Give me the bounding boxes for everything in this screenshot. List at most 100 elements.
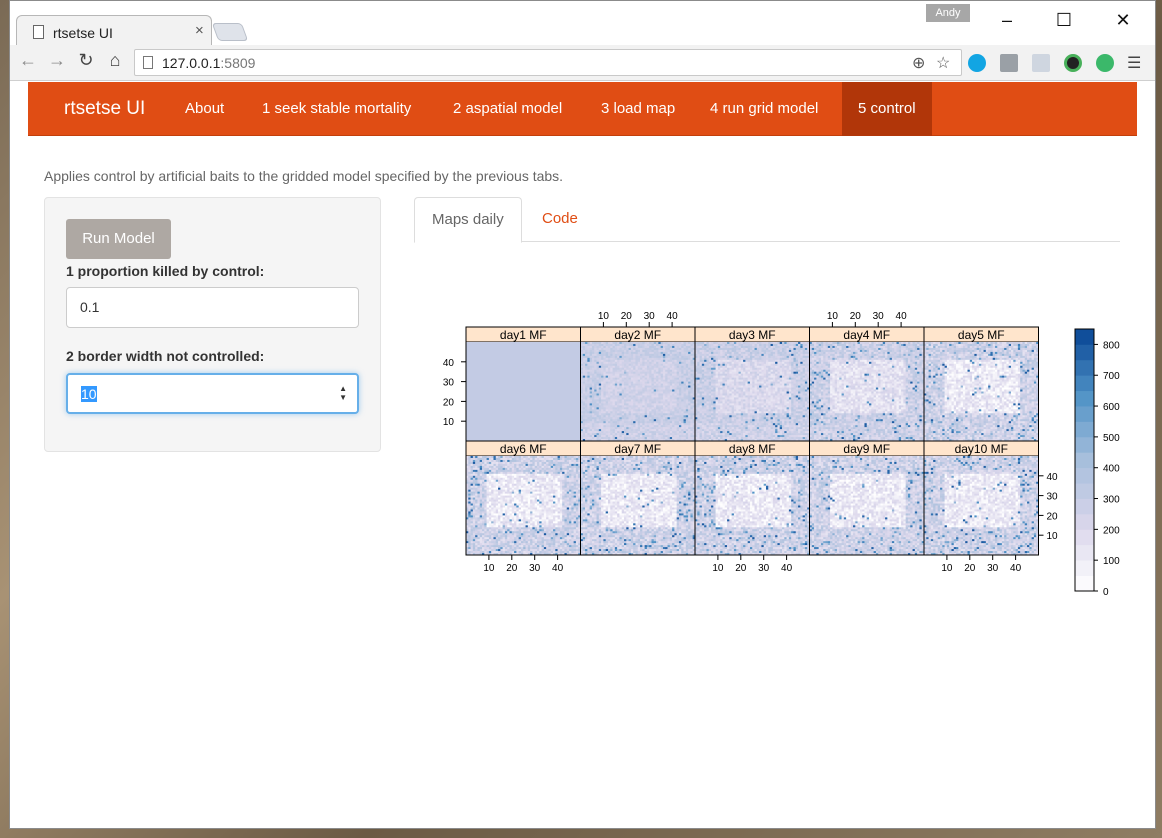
x-tick-label: 40: [552, 563, 564, 574]
colorbar-tick-label: 0: [1103, 587, 1109, 598]
colorbar-cell: [1075, 329, 1094, 345]
nav-about[interactable]: About: [185, 100, 224, 117]
colorbar-cell: [1075, 452, 1094, 469]
color-extension-icon[interactable]: [1064, 54, 1082, 72]
x-tick-label: 30: [529, 563, 541, 574]
grammarly-icon[interactable]: [1096, 54, 1114, 72]
colorbar-cell: [1075, 390, 1094, 407]
panel-cells: [580, 342, 696, 442]
skype-icon[interactable]: [968, 54, 986, 72]
browser-window: rtsetse UI × Andy – ☐ ✕ ← → ↻ ⌂ 127.0.0.…: [9, 0, 1156, 829]
colorbar-tick-label: 700: [1103, 371, 1120, 382]
x-tick-label: 20: [850, 311, 862, 322]
x-tick-label: 40: [1010, 563, 1022, 574]
page-content: rtsetse UI About 1 seek stable mortality…: [10, 82, 1155, 828]
x-tick-label: 40: [667, 311, 679, 322]
tab-code[interactable]: Code: [525, 197, 595, 242]
maximize-icon[interactable]: ☐: [1054, 10, 1074, 31]
home-icon[interactable]: ⌂: [103, 50, 127, 71]
y-tick-label: 20: [443, 397, 455, 408]
new-tab-button[interactable]: [211, 23, 249, 41]
page-description: Applies control by artificial baits to t…: [44, 168, 563, 184]
close-tab-icon[interactable]: ×: [195, 22, 204, 39]
x-tick-label: 30: [758, 563, 770, 574]
colorbar-cell: [1075, 421, 1094, 438]
panel-cells: [466, 342, 581, 441]
panel-cells: [695, 342, 810, 442]
colorbar-cell: [1075, 560, 1094, 576]
x-tick-label: 30: [873, 311, 885, 322]
tab-maps-daily[interactable]: Maps daily: [414, 197, 522, 243]
colorbar-cell: [1075, 529, 1094, 546]
minimize-icon[interactable]: –: [997, 10, 1017, 31]
field-proportion-label: 1 proportion killed by control:: [66, 263, 264, 279]
colorbar-cell: [1075, 344, 1094, 361]
colorbar-cell: [1075, 544, 1094, 561]
x-tick-label: 10: [483, 563, 495, 574]
panel-title: day9 MF: [843, 442, 890, 456]
colorbar-tick-label: 500: [1103, 433, 1120, 444]
user-badge[interactable]: Andy: [926, 4, 970, 22]
zoom-icon[interactable]: ⊕: [912, 53, 925, 73]
x-tick-label: 10: [827, 311, 839, 322]
colorbar-cell: [1075, 359, 1094, 376]
reload-icon[interactable]: ↻: [74, 50, 98, 71]
nav-control[interactable]: 5 control: [842, 82, 932, 136]
panel-cells: [924, 342, 1039, 442]
browser-tab[interactable]: rtsetse UI ×: [16, 15, 212, 45]
panel-title: day3 MF: [729, 328, 776, 342]
y-tick-label: 10: [443, 417, 455, 428]
x-tick-label: 40: [896, 311, 908, 322]
x-tick-label: 10: [598, 311, 610, 322]
nav-load-map[interactable]: 3 load map: [601, 100, 675, 117]
nav-aspatial-model[interactable]: 2 aspatial model: [453, 100, 562, 117]
colorbar-cell: [1075, 467, 1094, 484]
field-border-label: 2 border width not controlled:: [66, 348, 264, 364]
panel-title: day4 MF: [843, 328, 890, 342]
panel-title: day5 MF: [958, 328, 1005, 342]
image-extension-icon[interactable]: [1000, 54, 1018, 72]
page-info-icon[interactable]: [143, 56, 153, 69]
x-tick-label: 20: [964, 563, 976, 574]
panel-cells: [809, 456, 925, 556]
back-icon[interactable]: ←: [16, 50, 40, 71]
nav-run-grid-model[interactable]: 4 run grid model: [710, 100, 818, 117]
dropbox-icon[interactable]: [1032, 54, 1050, 72]
menu-icon[interactable]: ☰: [1127, 53, 1141, 73]
nav-seek-stable-mortality[interactable]: 1 seek stable mortality: [262, 100, 411, 117]
border-width-input[interactable]: 10 ▲ ▼: [66, 373, 359, 414]
colorbar-cell: [1075, 375, 1094, 392]
sidebar-panel: Run Model 1 proportion killed by control…: [44, 197, 381, 452]
panel-cells: [809, 342, 925, 442]
forward-icon[interactable]: →: [45, 50, 69, 71]
star-icon[interactable]: ☆: [936, 53, 950, 73]
run-model-button[interactable]: Run Model: [66, 219, 171, 259]
y-tick-label: 40: [443, 358, 455, 369]
panel-cells: [580, 456, 696, 556]
panel-title: day2 MF: [614, 328, 661, 342]
close-window-icon[interactable]: ✕: [1113, 10, 1133, 31]
y-tick-label: 30: [443, 378, 455, 389]
panel-cells: [466, 456, 581, 556]
address-bar[interactable]: 127.0.0.1:5809 ⊕ ☆: [134, 49, 962, 76]
daily-maps-heatmap: day1 MF day2 MF day3 MF day4 MF day5 MF day6 …: [443, 311, 1120, 598]
colorbar-tick-label: 800: [1103, 340, 1120, 351]
document-icon: [33, 25, 44, 39]
spinner-icon[interactable]: ▲ ▼: [339, 384, 347, 402]
x-tick-label: 20: [735, 563, 747, 574]
x-tick-label: 10: [712, 563, 724, 574]
title-bar: rtsetse UI × Andy – ☐ ✕: [10, 1, 1155, 45]
browser-toolbar: ← → ↻ ⌂ 127.0.0.1:5809 ⊕ ☆ ☰: [10, 45, 1155, 81]
colorbar-cell: [1075, 575, 1094, 592]
x-tick-label: 20: [621, 311, 633, 322]
colorbar-tick-label: 200: [1103, 525, 1120, 536]
colorbar-cell: [1075, 513, 1094, 530]
proportion-killed-input[interactable]: 0.1: [66, 287, 359, 328]
panel-title: day10 MF: [955, 442, 1008, 456]
colorbar-cell: [1075, 483, 1094, 499]
y-tick-label: 20: [1047, 511, 1059, 522]
panel-title: day1 MF: [500, 328, 547, 342]
output-tabs: Maps daily Code: [414, 197, 1120, 243]
app-brand[interactable]: rtsetse UI: [64, 98, 145, 120]
y-tick-label: 10: [1047, 531, 1059, 542]
